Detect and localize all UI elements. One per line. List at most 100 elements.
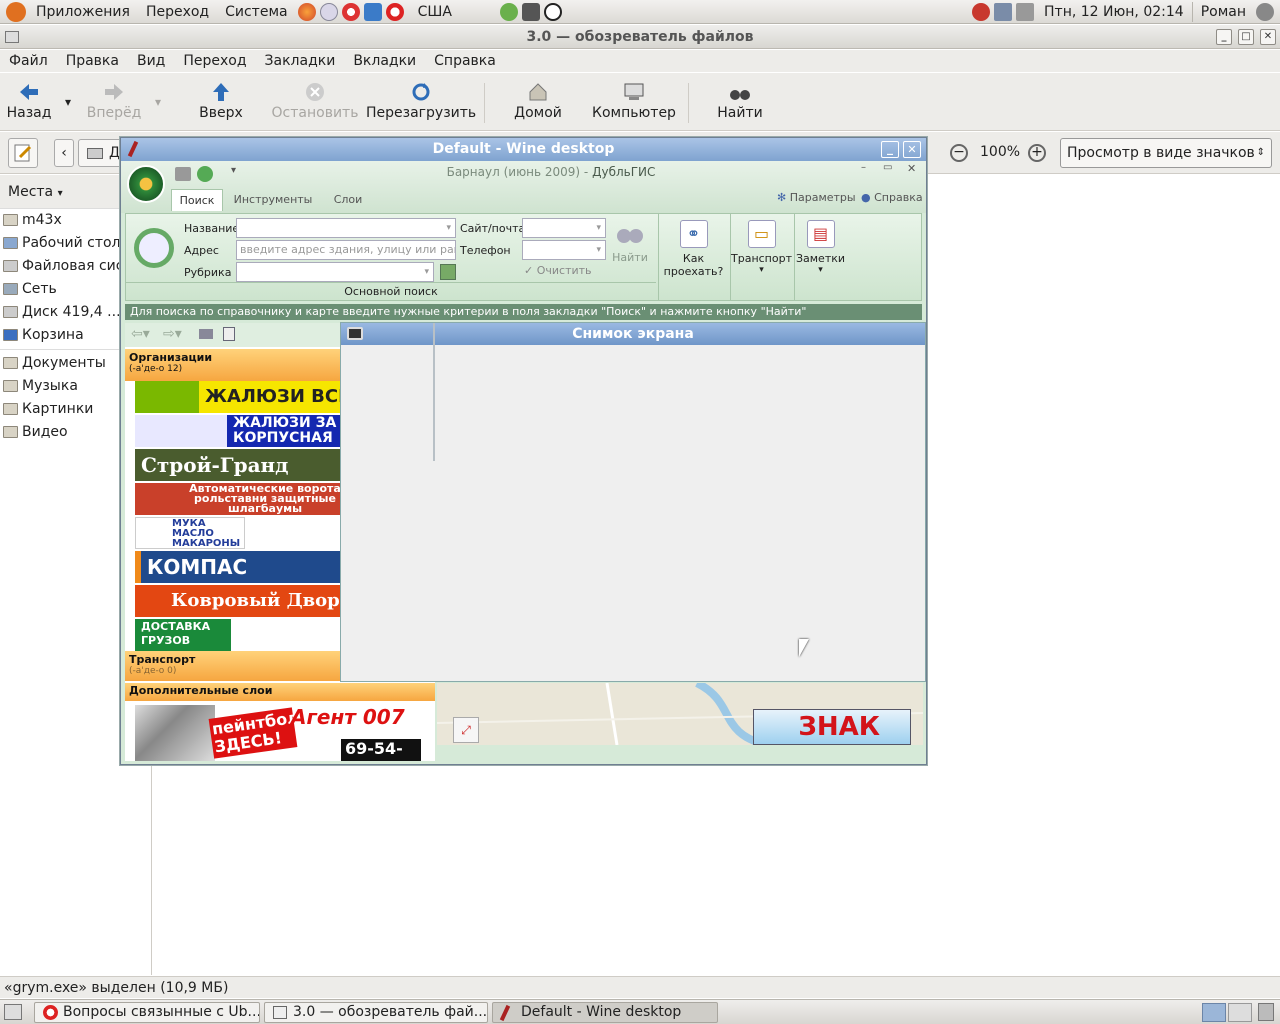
- address-input[interactable]: введите адрес здания, улицу или район: [236, 240, 456, 260]
- menu-go[interactable]: Переход: [174, 53, 255, 69]
- up-button[interactable]: Вверх: [196, 77, 246, 127]
- user-menu[interactable]: Роман: [1193, 4, 1254, 20]
- toggle-location-button[interactable]: [8, 138, 38, 168]
- search-button[interactable]: Найти: [712, 77, 768, 127]
- quick-menu-icon[interactable]: ▾: [231, 165, 236, 176]
- wine-minimize-button[interactable]: _: [881, 141, 899, 158]
- tab-layers[interactable]: Слои: [323, 189, 373, 211]
- eyes-icon[interactable]: [543, 2, 562, 21]
- menu-file[interactable]: Файл: [0, 53, 57, 69]
- smiley-icon[interactable]: [499, 2, 518, 21]
- map-ad-banner[interactable]: ЗНАК: [753, 709, 911, 745]
- notes-button[interactable]: ▤ Заметки ▾: [794, 214, 846, 300]
- app-logo-icon[interactable]: [127, 165, 165, 203]
- ad-banner[interactable]: КОМПАС: [135, 551, 355, 583]
- globe-icon[interactable]: [197, 166, 213, 182]
- workspace-1[interactable]: [1202, 1003, 1226, 1022]
- params-button[interactable]: ✻ Параметры: [777, 191, 856, 204]
- back-arrow-icon[interactable]: ⇦▾: [131, 326, 150, 342]
- ad-paintball[interactable]: пейнтбол ЗДЕСЬ! Агент 007 69-54-69: [135, 705, 421, 761]
- rubric-book-icon[interactable]: [440, 264, 456, 280]
- ad-banner[interactable]: МУКА МАСЛО МАКАРОНЫ КРУПЫ: [135, 517, 245, 549]
- view-mode-select[interactable]: Просмотр в виде значков ⇕: [1060, 138, 1272, 168]
- computer-button[interactable]: Компьютер: [590, 77, 678, 127]
- menu-applications[interactable]: Приложения: [28, 4, 138, 20]
- ubuntu-logo-icon[interactable]: [6, 1, 26, 22]
- zoom-out-button[interactable]: −: [950, 144, 968, 162]
- phone-input[interactable]: ▾: [522, 240, 606, 260]
- site-input[interactable]: ▾: [522, 218, 606, 238]
- rubric-input[interactable]: ▾: [236, 262, 434, 282]
- reload-button[interactable]: Перезагрузить: [366, 77, 476, 127]
- task-nautilus[interactable]: 3.0 — обозреватель фай...: [264, 1002, 488, 1023]
- home-button[interactable]: Домой: [512, 77, 564, 127]
- notification-icon[interactable]: [972, 2, 991, 21]
- tab-search[interactable]: Поиск: [171, 189, 223, 211]
- volume-icon[interactable]: [1016, 2, 1035, 21]
- task-browser[interactable]: Вопросы связынные с Ub...: [34, 1002, 260, 1023]
- clear-icon: ✓: [524, 264, 534, 277]
- transport-button[interactable]: ▭ Транспорт ▾: [730, 214, 792, 300]
- forward-button[interactable]: Вперёд: [86, 77, 142, 127]
- stop-button[interactable]: Остановить: [270, 77, 360, 127]
- ad-banner[interactable]: Ковровый Двор: [135, 585, 355, 617]
- path-back-button[interactable]: ‹: [54, 139, 74, 167]
- opera-icon[interactable]: [385, 2, 404, 21]
- remmina-icon[interactable]: [363, 2, 382, 21]
- workspace-2[interactable]: [1228, 1003, 1252, 1022]
- ad-banner[interactable]: ДОСТАВКА ГРУЗОВ: [135, 619, 231, 651]
- show-desktop-icon[interactable]: [4, 1004, 22, 1020]
- menu-edit[interactable]: Правка: [57, 53, 128, 69]
- app-restore-button[interactable]: ▭: [883, 162, 892, 173]
- minimize-button[interactable]: _: [1216, 29, 1232, 45]
- power-icon[interactable]: [1256, 2, 1274, 21]
- app-header: ▾ Барнаул (июнь 2009) - ДубльГИС – ▭ ✕ П…: [121, 161, 926, 213]
- app-minimize-button[interactable]: –: [861, 162, 866, 173]
- ad-banner[interactable]: Строй-Гранд: [135, 449, 355, 481]
- back-history-button[interactable]: ▾: [60, 77, 76, 127]
- camera-icon[interactable]: [521, 2, 540, 21]
- clock[interactable]: Птн, 12 Июн, 02:14: [1036, 4, 1192, 20]
- tab-tools[interactable]: Инструменты: [233, 189, 313, 211]
- menu-system[interactable]: Система: [217, 4, 295, 20]
- forward-arrow-icon[interactable]: ⇨▾: [163, 326, 182, 342]
- help-button[interactable]: ● Справка: [861, 191, 923, 204]
- find-button[interactable]: Найти: [612, 218, 648, 264]
- extra-layers-header[interactable]: Дополнительные слои: [125, 683, 435, 701]
- wine-titlebar[interactable]: Default - Wine desktop _ ✕: [121, 138, 926, 161]
- route-button[interactable]: ⚭ Как проехать?: [658, 214, 728, 300]
- list-icon[interactable]: [223, 327, 235, 341]
- firefox-icon[interactable]: [297, 2, 316, 21]
- ad-banner[interactable]: Автоматические ворота рольставни защитны…: [135, 483, 355, 515]
- screenshot-titlebar[interactable]: Снимок экрана: [341, 323, 925, 345]
- wine-close-button[interactable]: ✕: [903, 141, 921, 158]
- app-close-button[interactable]: ✕: [907, 162, 916, 175]
- menu-view[interactable]: Вид: [128, 53, 174, 69]
- close-button[interactable]: ✕: [1260, 29, 1276, 45]
- mail-icon[interactable]: [319, 2, 338, 21]
- task-wine[interactable]: Default - Wine desktop: [492, 1002, 718, 1023]
- menu-tabs[interactable]: Вкладки: [344, 53, 425, 69]
- trash-applet-icon[interactable]: [1258, 1003, 1274, 1021]
- network-icon[interactable]: [994, 2, 1013, 21]
- help-icon[interactable]: [341, 2, 360, 21]
- nautilus-titlebar[interactable]: 3.0 — обозреватель файлов _ □ ✕: [0, 25, 1280, 49]
- clear-button[interactable]: ✓ Очистить: [524, 264, 592, 277]
- window-menu-icon[interactable]: [5, 31, 19, 43]
- ad-banner[interactable]: ЖАЛЮЗИ ВСЕХ ВИДОВ: [135, 381, 355, 413]
- forward-history-button[interactable]: ▾: [150, 77, 166, 127]
- zoom-in-button[interactable]: +: [1028, 144, 1046, 162]
- fit-map-button[interactable]: ⤢: [453, 717, 479, 743]
- print-icon[interactable]: [199, 329, 213, 339]
- name-input[interactable]: ▾: [236, 218, 456, 238]
- map-view[interactable]: ⤢ ЗНАК: [437, 683, 923, 745]
- keyboard-layout[interactable]: США: [410, 4, 460, 20]
- ad-banner[interactable]: ЖАЛЮЗИ ЗА КОРПУСНАЯ: [135, 415, 355, 447]
- menu-places[interactable]: Переход: [138, 4, 217, 20]
- menu-bookmarks[interactable]: Закладки: [256, 53, 345, 69]
- menu-help[interactable]: Справка: [425, 53, 505, 69]
- print-icon[interactable]: [175, 167, 191, 181]
- maximize-button[interactable]: □: [1238, 29, 1254, 45]
- zoom-level[interactable]: 100%: [980, 144, 1020, 160]
- back-button[interactable]: Назад: [6, 77, 52, 127]
